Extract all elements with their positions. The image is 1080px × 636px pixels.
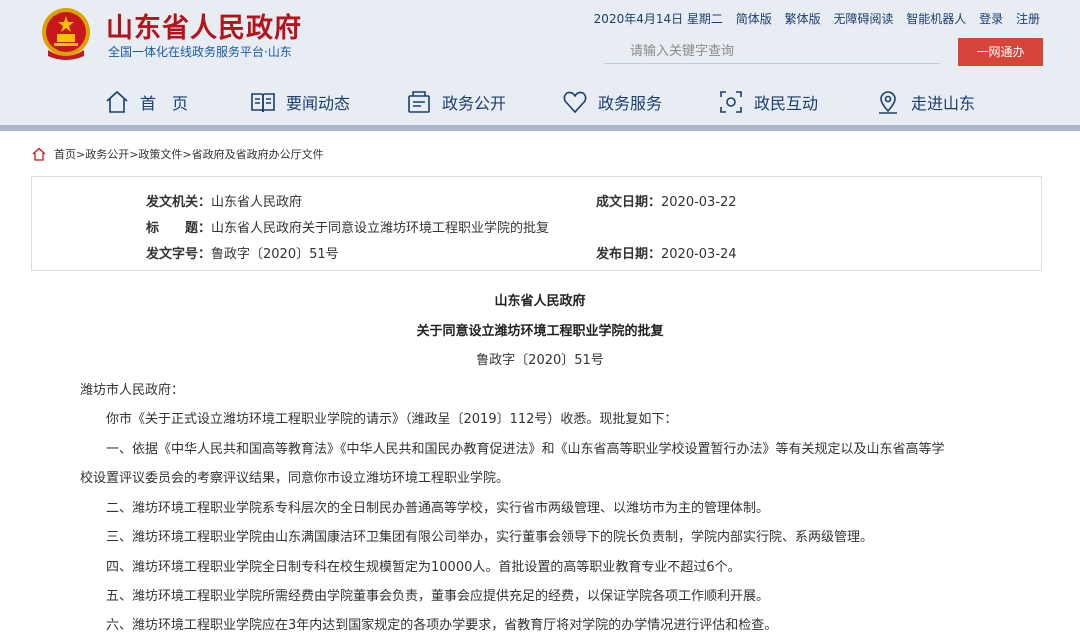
- title-label: 标 题：: [146, 221, 212, 236]
- site-subtitle: 全国一体化在线政务服务平台·山东: [108, 45, 292, 59]
- search-input[interactable]: [604, 40, 940, 64]
- nav-item-home[interactable]: 首 页: [104, 82, 188, 122]
- published-date-row: 发布日期：2020-03-24: [596, 243, 737, 262]
- location-pin-icon: [879, 91, 897, 114]
- doc-number-label: 发文字号：: [146, 247, 212, 262]
- created-date-label: 成文日期：: [596, 195, 662, 210]
- issuer-label: 发文机关：: [146, 195, 212, 210]
- nav-divider: [0, 125, 1080, 131]
- paragraph-item-6: 六、潍坊环境工程职业学院应在3年内达到国家规定的各项办学要求，省教育厅将对学院的…: [80, 618, 778, 633]
- home-icon: [32, 147, 46, 161]
- nav-label: 政务服务: [598, 94, 663, 113]
- nav-label: 政民互动: [754, 94, 819, 113]
- link-simplified[interactable]: 简体版: [736, 12, 772, 26]
- document-info-box: 发文机关：山东省人民政府 标 题：山东省人民政府关于同意设立潍坊环境工程职业学院…: [31, 176, 1042, 271]
- nav-label: 走进山东: [911, 94, 976, 113]
- paragraph-addressee: 潍坊市人民政府：: [80, 383, 185, 398]
- title-value: 山东省人民政府关于同意设立潍坊环境工程职业学院的批复: [211, 221, 550, 236]
- created-date-row: 成文日期：2020-03-22: [596, 191, 737, 210]
- nav-label: 首 页: [140, 94, 189, 113]
- site-header: 山东省人民政府 全国一体化在线政务服务平台·山东 2020年4月14日 星期二 …: [0, 0, 1080, 125]
- book-icon: [251, 93, 275, 113]
- heart-icon: [563, 91, 587, 114]
- paragraph-item-1-cont: 校设置评议委员会的考察评议结果，同意你市设立潍坊环境工程职业学院。: [80, 471, 510, 486]
- current-date: 2020年4月14日 星期二: [593, 12, 723, 26]
- document-heading-issuer: 山东省人民政府: [494, 294, 586, 309]
- document-heading-title: 关于同意设立潍坊环境工程职业学院的批复: [416, 324, 664, 339]
- home-icon: [106, 90, 128, 113]
- breadcrumb-path[interactable]: 首页>政务公开>政策文件>省政府及省政府办公厅文件: [54, 146, 324, 162]
- nav-item-shandong[interactable]: 走进山东: [875, 82, 975, 122]
- one-net-button[interactable]: 一网通办: [958, 38, 1043, 66]
- document-number: 鲁政字〔2020〕51号: [476, 353, 604, 368]
- issuer-row: 发文机关：山东省人民政府: [146, 191, 302, 210]
- link-accessibility[interactable]: 无障碍阅读: [833, 12, 893, 26]
- nav-label: 要闻动态: [286, 94, 351, 113]
- published-date-label: 发布日期：: [596, 247, 662, 262]
- nav-label: 政务公开: [442, 94, 507, 113]
- paragraph-item-2: 二、潍坊环境工程职业学院系专科层次的全日制民办普通高等学校，实行省市两级管理、以…: [80, 501, 770, 516]
- issuer-value: 山东省人民政府: [211, 195, 303, 210]
- title-row: 标 题：山东省人民政府关于同意设立潍坊环境工程职业学院的批复: [146, 217, 549, 236]
- paragraph-item-4: 四、潍坊环境工程职业学院全日制专科在校生规模暂定为10000人。首批设置的高等职…: [80, 560, 741, 575]
- paragraph-intro: 你市《关于正式设立潍坊环境工程职业学院的请示》（潍政呈〔2019〕112号）收悉…: [80, 412, 678, 427]
- link-robot[interactable]: 智能机器人: [906, 12, 966, 26]
- site-title[interactable]: 山东省人民政府: [106, 6, 302, 45]
- document-icon: [408, 91, 430, 113]
- paragraph-item-3: 三、潍坊环境工程职业学院由山东满国康洁环卫集团有限公司举办，实行董事会领导下的院…: [80, 530, 874, 545]
- nav-item-interaction[interactable]: 政民互动: [718, 82, 818, 122]
- paragraph-item-5: 五、潍坊环境工程职业学院所需经费由学院董事会负责，董事会应提供充足的经费，以保证…: [80, 589, 770, 604]
- national-emblem-icon: [42, 8, 90, 60]
- published-date-value: 2020-03-24: [661, 247, 737, 262]
- paragraph-item-1: 一、依据《中华人民共和国高等教育法》《中华人民共和国民办教育促进法》和《山东省高…: [80, 442, 945, 457]
- nav-item-gov-service[interactable]: 政务服务: [562, 82, 662, 122]
- link-traditional[interactable]: 繁体版: [785, 12, 821, 26]
- created-date-value: 2020-03-22: [661, 195, 737, 210]
- doc-number-value: 鲁政字〔2020〕51号: [211, 247, 339, 262]
- nav-item-gov-affairs[interactable]: 政务公开: [406, 82, 506, 122]
- main-nav: 首 页 要闻动态 政务公开 政务服务 政民互动 走进山东: [0, 82, 1080, 122]
- scan-icon: [720, 91, 742, 113]
- breadcrumb: 首页>政务公开>政策文件>省政府及省政府办公厅文件: [32, 146, 324, 162]
- nav-item-news[interactable]: 要闻动态: [250, 82, 350, 122]
- link-register[interactable]: 注册: [1016, 12, 1040, 26]
- link-login[interactable]: 登录: [979, 12, 1003, 26]
- top-links: 2020年4月14日 星期二 简体版 繁体版 无障碍阅读 智能机器人 登录 注册: [585, 10, 1040, 27]
- doc-number-row: 发文字号：鲁政字〔2020〕51号: [146, 243, 339, 262]
